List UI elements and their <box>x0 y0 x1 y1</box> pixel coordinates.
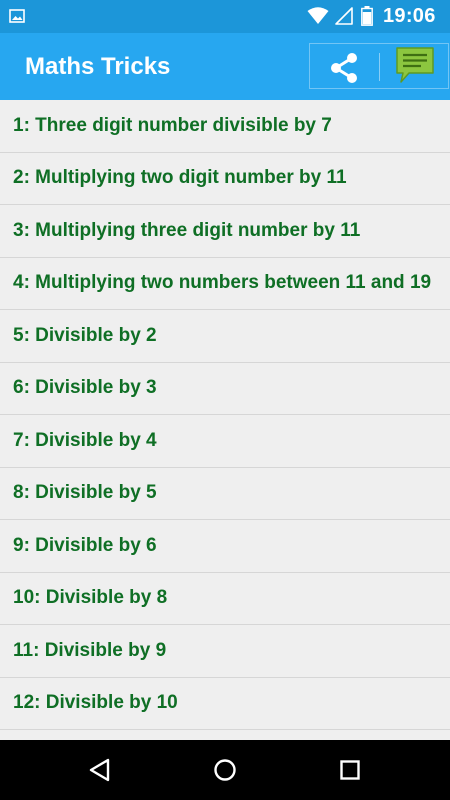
signal-icon <box>335 7 353 25</box>
navigation-bar <box>0 740 450 800</box>
home-icon <box>214 759 236 781</box>
list-item-label: 2: Multiplying two digit number by 11 <box>13 167 347 189</box>
home-button[interactable] <box>207 752 243 788</box>
list-item-label: 5: Divisible by 2 <box>13 324 157 346</box>
list-item[interactable]: 8: Divisible by 5 <box>0 468 450 520</box>
battery-icon <box>361 6 373 26</box>
message-button[interactable] <box>390 45 440 91</box>
list-item[interactable]: 1: Three digit number divisible by 7 <box>0 100 450 153</box>
list-item[interactable]: 3: Multiplying three digit number by 11 <box>0 205 450 258</box>
gallery-icon <box>9 9 25 23</box>
list-item[interactable]: 5: Divisible by 2 <box>0 310 450 363</box>
list-item-label: 6: Divisible by 3 <box>13 377 157 399</box>
recents-button[interactable] <box>332 752 368 788</box>
list-item[interactable]: 12: Divisible by 10 <box>0 678 450 730</box>
list-item[interactable]: 9: Divisible by 6 <box>0 520 450 573</box>
list-item-label: 11: Divisible by 9 <box>13 639 167 661</box>
list-item[interactable]: 4: Multiplying two numbers between 11 an… <box>0 258 450 310</box>
list-item-label: 12: Divisible by 10 <box>13 692 178 714</box>
status-bar: 19:06 <box>0 0 450 33</box>
list-item-label: 1: Three digit number divisible by 7 <box>13 114 332 136</box>
tricks-list: 1: Three digit number divisible by 7 2: … <box>0 100 450 740</box>
action-divider <box>379 53 380 81</box>
list-item[interactable]: 6: Divisible by 3 <box>0 363 450 415</box>
message-icon <box>396 47 434 83</box>
list-item[interactable]: 2: Multiplying two digit number by 11 <box>0 153 450 205</box>
back-button[interactable] <box>82 752 118 788</box>
status-time: 19:06 <box>383 5 436 27</box>
app-title: Maths Tricks <box>25 53 171 80</box>
recents-icon <box>340 760 360 780</box>
list-item-label: 9: Divisible by 6 <box>13 534 157 556</box>
list-item-label: 7: Divisible by 4 <box>13 429 157 451</box>
list-item-label: 3: Multiplying three digit number by 11 <box>13 219 361 241</box>
share-icon <box>331 53 357 83</box>
back-icon <box>89 758 110 782</box>
list-item-label: 8: Divisible by 5 <box>13 482 157 504</box>
list-item[interactable]: 10: Divisible by 8 <box>0 573 450 625</box>
list-item-label: 10: Divisible by 8 <box>13 587 168 609</box>
share-button[interactable] <box>320 48 368 88</box>
wifi-icon <box>307 7 329 24</box>
list-item-label: 4: Multiplying two numbers between 11 an… <box>13 272 432 294</box>
list-item[interactable]: 7: Divisible by 4 <box>0 415 450 468</box>
list-item[interactable]: 11: Divisible by 9 <box>0 625 450 678</box>
